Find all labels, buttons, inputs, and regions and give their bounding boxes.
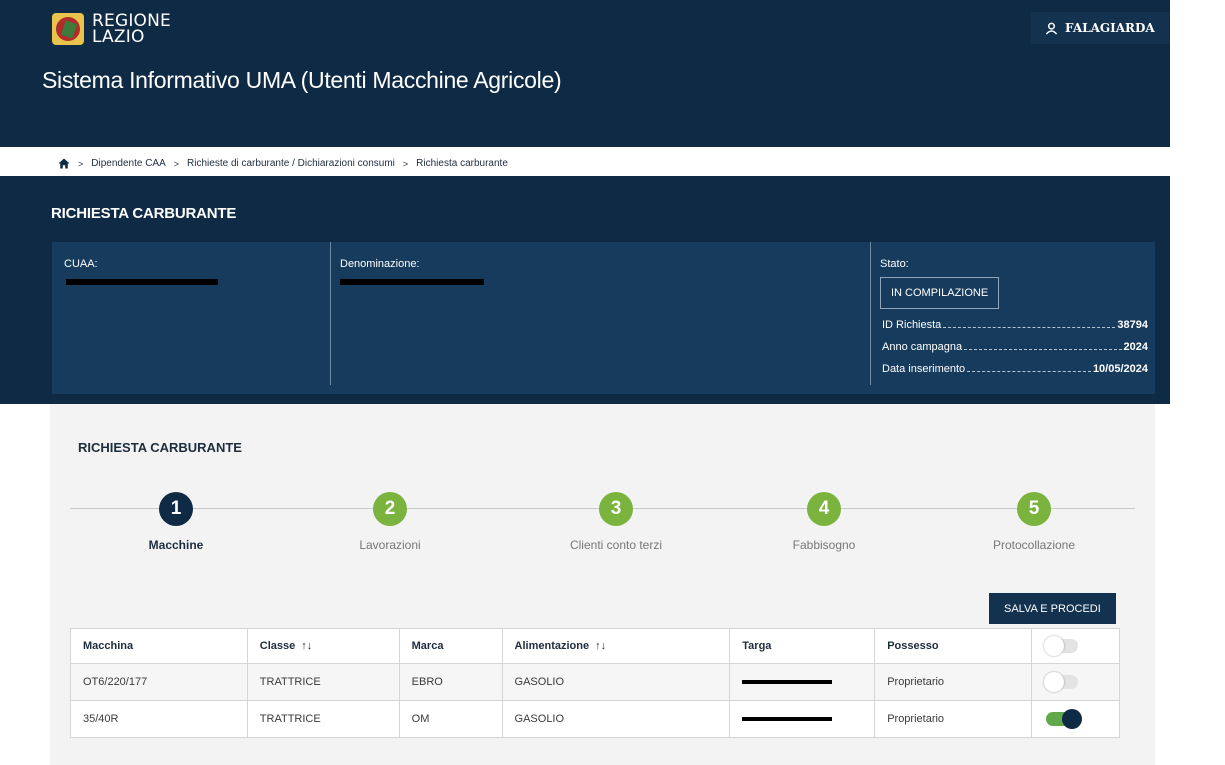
cuaa-label: CUAA:: [64, 258, 98, 270]
cell-select: [1031, 663, 1120, 701]
step-label: Fabbisogno: [792, 538, 856, 552]
status-badge[interactable]: IN COMPILAZIONE: [880, 277, 1000, 309]
chevron-right-icon: >: [402, 158, 409, 169]
cell-marca: OM: [398, 700, 503, 738]
regione-lazio-logo[interactable]: REGIONE LAZIO: [52, 13, 171, 47]
column-header-macchina: Macchina: [70, 628, 248, 664]
cell-alimentazione: GASOLIO: [501, 700, 731, 738]
detail-label: Anno campagna: [882, 341, 963, 353]
step-number: 1: [159, 492, 193, 526]
cell-macchina: 35/40R: [70, 700, 248, 738]
chevron-right-icon: >: [78, 158, 84, 169]
denominazione-redacted-value: [340, 279, 484, 285]
column-header-alimentazione[interactable]: Alimentazione ↑↓: [501, 628, 731, 664]
top-header: REGIONE LAZIO FALAGIARDA Sistema Informa…: [0, 0, 1170, 147]
machines-table: Macchina Classe ↑↓ Marca Alimentazione ↑↓ …: [70, 628, 1120, 738]
detail-data-inserimento: Data inserimento 10/05/2024: [882, 363, 1148, 375]
step-protocollazione[interactable]: 5 Protocollazione: [954, 492, 1114, 552]
detail-value: 2024: [1123, 341, 1148, 353]
cell-targa: [729, 663, 876, 701]
breadcrumb-item-current: Richiesta carburante: [416, 158, 508, 169]
divider: [870, 242, 871, 385]
column-header-label: Alimentazione: [514, 640, 590, 652]
detail-value: 38794: [1117, 319, 1148, 331]
detail-label: ID Richiesta: [882, 319, 942, 331]
cell-marca: EBRO: [398, 663, 503, 701]
section-title: RICHIESTA CARBURANTE: [78, 440, 242, 455]
user-name: FALAGIARDA: [1065, 21, 1155, 35]
select-all-toggle[interactable]: [1044, 636, 1079, 656]
step-number: 5: [1017, 492, 1051, 526]
detail-anno-campagna: Anno campagna 2024: [882, 341, 1148, 353]
request-summary-section: RICHIESTA CARBURANTE CUAA: Denominazione…: [0, 176, 1170, 404]
breadcrumb: > Dipendente CAA > Richieste di carburan…: [58, 158, 508, 169]
step-fabbisogno[interactable]: 4 Fabbisogno: [744, 492, 904, 552]
logo-text: REGIONE LAZIO: [92, 13, 171, 47]
chevron-right-icon: >: [173, 158, 180, 169]
user-icon: [1045, 22, 1058, 35]
row-select-toggle[interactable]: [1046, 709, 1083, 729]
column-header-targa: Targa: [729, 628, 876, 664]
regione-lazio-emblem-icon: [52, 13, 84, 45]
home-icon[interactable]: [58, 158, 70, 169]
divider: [330, 242, 331, 385]
detail-value: 10/05/2024: [1092, 363, 1148, 375]
step-label: Lavorazioni: [359, 538, 421, 552]
breadcrumb-item-dipendente-caa[interactable]: Dipendente CAA: [91, 158, 166, 169]
table-row[interactable]: OT6/220/177 TRATTRICE EBRO GASOLIO Propr…: [70, 663, 1120, 701]
logo-line-2: LAZIO: [92, 27, 145, 47]
step-label: Clienti conto terzi: [569, 538, 663, 552]
step-clienti-conto-terzi[interactable]: 3 Clienti conto terzi: [536, 492, 696, 552]
request-info-box: CUAA: Denominazione: Stato: IN COMPILAZI…: [52, 242, 1155, 394]
step-label: Macchine: [148, 538, 204, 552]
save-and-proceed-button[interactable]: SALVA E PROCEDI: [989, 593, 1116, 624]
step-number: 4: [807, 492, 841, 526]
sort-arrows-icon[interactable]: ↑↓: [595, 640, 606, 652]
row-select-toggle[interactable]: [1044, 672, 1079, 692]
step-label: Protocollazione: [992, 538, 1076, 552]
cuaa-redacted-value: [66, 279, 218, 285]
page-title: RICHIESTA CARBURANTE: [51, 205, 237, 222]
targa-redacted-value: [742, 717, 833, 722]
app-title: Sistema Informativo UMA (Utenti Macchine…: [42, 67, 562, 93]
table-row[interactable]: 35/40R TRATTRICE OM GASOLIO Proprietario: [70, 700, 1120, 738]
cell-classe: TRATTRICE: [246, 700, 400, 738]
denominazione-label: Denominazione:: [340, 258, 420, 270]
table-header-row: Macchina Classe ↑↓ Marca Alimentazione ↑↓ …: [70, 628, 1120, 664]
breadcrumb-item-richieste[interactable]: Richieste di carburante / Dichiarazioni …: [187, 158, 395, 169]
step-lavorazioni[interactable]: 2 Lavorazioni: [310, 492, 470, 552]
cell-alimentazione: GASOLIO: [501, 663, 731, 701]
detail-label: Data inserimento: [882, 363, 966, 375]
cell-targa: [729, 700, 876, 738]
targa-redacted-value: [742, 680, 833, 685]
detail-id-richiesta: ID Richiesta 38794: [882, 319, 1148, 331]
column-header-label: Classe: [259, 640, 296, 652]
step-macchine[interactable]: 1 Macchine: [96, 492, 256, 552]
cell-possesso: Proprietario: [874, 700, 1033, 738]
column-header-possesso: Possesso: [874, 628, 1033, 664]
cell-possesso: Proprietario: [874, 663, 1033, 701]
stato-label: Stato:: [880, 258, 909, 270]
wizard-panel: RICHIESTA CARBURANTE 1 Macchine 2 Lavora…: [50, 404, 1155, 765]
user-menu-button[interactable]: FALAGIARDA: [1031, 12, 1169, 44]
sort-arrows-icon[interactable]: ↑↓: [301, 640, 312, 652]
select-all-cell: [1031, 628, 1120, 664]
column-header-classe[interactable]: Classe ↑↓: [246, 628, 400, 664]
column-header-marca: Marca: [398, 628, 503, 664]
step-number: 3: [599, 492, 633, 526]
cell-select: [1031, 700, 1120, 738]
step-number: 2: [373, 492, 407, 526]
cell-classe: TRATTRICE: [246, 663, 400, 701]
cell-macchina: OT6/220/177: [70, 663, 248, 701]
